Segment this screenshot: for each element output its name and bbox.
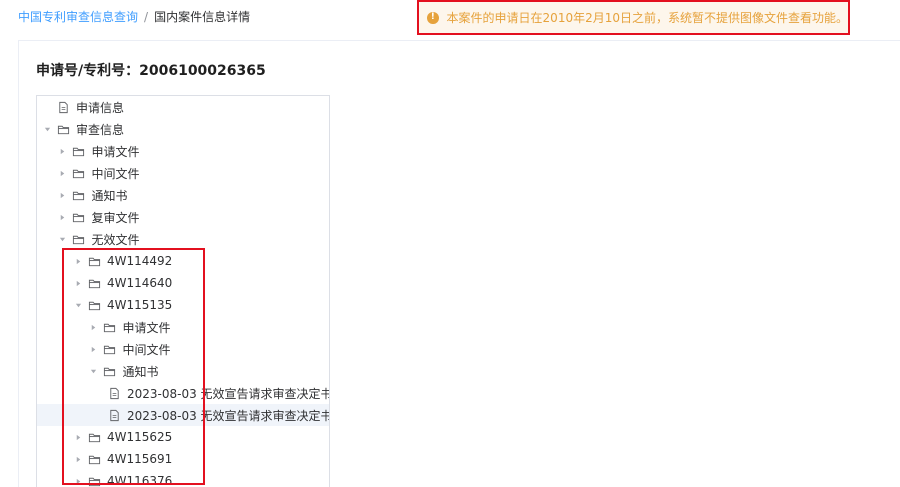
folder-icon xyxy=(103,342,117,356)
tree-node-label: 无效文件 xyxy=(91,232,140,247)
caret-right-icon[interactable] xyxy=(58,140,68,162)
caret-right-icon[interactable] xyxy=(73,250,83,272)
tree-node[interactable]: 4W116376 xyxy=(37,470,329,487)
folder-icon xyxy=(87,276,101,290)
folder-icon xyxy=(87,452,101,466)
breadcrumb-separator: / xyxy=(144,9,149,24)
warning-text: 本案件的申请日在2010年2月10日之前，系统暂不提供图像文件查看功能。 xyxy=(446,11,848,25)
tree-node[interactable]: 2023-08-03 无效宣告请求审查决定书 xyxy=(37,382,329,404)
tree-node[interactable]: 通知书 xyxy=(37,184,329,206)
tree-node-label: 4W114640 xyxy=(107,276,173,290)
tree-node-label: 4W115691 xyxy=(107,452,173,466)
breadcrumb-home-link[interactable]: 中国专利审查信息查询 xyxy=(18,8,138,25)
tree-node[interactable]: 申请文件 xyxy=(37,140,329,162)
tree-node[interactable]: 申请文件 xyxy=(37,316,329,338)
caret-right-icon[interactable] xyxy=(73,448,83,470)
tree-node[interactable]: 无效文件 xyxy=(37,228,329,250)
tree-node-label: 2023-08-03 无效宣告请求审查决定书 xyxy=(127,408,330,423)
caret-right-icon[interactable] xyxy=(73,426,83,448)
folder-icon xyxy=(103,320,117,334)
tree-node[interactable]: 中间文件 xyxy=(37,338,329,360)
folder-icon xyxy=(87,430,101,444)
file-icon xyxy=(108,386,121,400)
tree-node-label: 中间文件 xyxy=(91,166,140,181)
tree-node-label: 通知书 xyxy=(122,364,159,379)
tree-node-label: 4W116376 xyxy=(107,474,173,487)
caret-down-icon[interactable] xyxy=(73,294,83,316)
caret-right-icon[interactable] xyxy=(73,470,83,487)
breadcrumb: 中国专利审查信息查询 / 国内案件信息详情 xyxy=(18,8,250,25)
warning-icon: ! xyxy=(427,11,439,24)
caret-down-icon[interactable] xyxy=(58,228,68,250)
folder-icon xyxy=(103,364,117,378)
tree-node-label: 申请信息 xyxy=(76,100,125,115)
document-tree: 申请信息 审查信息 申请文件 中间文件 通知书 复审文件 无效文件 4W114492 4W114… xyxy=(36,95,330,487)
caret-right-icon[interactable] xyxy=(58,184,68,206)
folder-icon xyxy=(72,144,86,158)
tree-node-label: 申请文件 xyxy=(91,144,140,159)
tree-node[interactable]: 复审文件 xyxy=(37,206,329,228)
caret-right-icon[interactable] xyxy=(58,206,68,228)
folder-icon xyxy=(56,122,70,136)
folder-icon xyxy=(87,474,101,487)
tree-node[interactable]: 4W115625 xyxy=(37,426,329,448)
tree-node[interactable]: 4W114640 xyxy=(37,272,329,294)
warning-alert: ! 本案件的申请日在2010年2月10日之前，系统暂不提供图像文件查看功能。 xyxy=(417,0,850,35)
caret-right-icon[interactable] xyxy=(58,162,68,184)
tree-node-label: 申请文件 xyxy=(122,320,171,335)
tree-node-label: 4W115625 xyxy=(107,430,173,444)
application-number: 申请号/专利号：2006100026365 xyxy=(36,63,266,79)
tree-node-label: 4W115135 xyxy=(107,298,173,312)
tree-node[interactable]: 中间文件 xyxy=(37,162,329,184)
tree-node-label: 4W114492 xyxy=(107,254,173,268)
tree-node[interactable]: 通知书 xyxy=(37,360,329,382)
folder-icon xyxy=(72,232,86,246)
tree-node-label: 通知书 xyxy=(91,188,128,203)
caret-right-icon[interactable] xyxy=(89,316,99,338)
tree-node[interactable]: 4W114492 xyxy=(37,250,329,272)
file-icon xyxy=(108,408,121,422)
tree-node[interactable]: 4W115135 xyxy=(37,294,329,316)
caret-right-icon[interactable] xyxy=(73,272,83,294)
tree-node-label: 审查信息 xyxy=(76,122,125,137)
folder-icon xyxy=(72,166,86,180)
tree-node-label: 复审文件 xyxy=(91,210,140,225)
caret-right-icon[interactable] xyxy=(89,338,99,360)
caret-placeholder xyxy=(42,96,52,118)
caret-down-icon[interactable] xyxy=(89,360,99,382)
tree-node-label: 中间文件 xyxy=(122,342,171,357)
tree-node[interactable]: 4W115691 xyxy=(37,448,329,470)
caret-down-icon[interactable] xyxy=(42,118,52,140)
file-icon xyxy=(56,100,70,114)
folder-icon xyxy=(87,298,101,312)
folder-icon xyxy=(87,254,101,268)
tree-node[interactable]: 申请信息 xyxy=(37,96,329,118)
tree-node-label: 2023-08-03 无效宣告请求审查决定书 xyxy=(127,386,329,401)
tree-node[interactable]: 2023-08-03 无效宣告请求审查决定书 xyxy=(37,404,330,426)
folder-icon xyxy=(72,210,86,224)
tree-node[interactable]: 审查信息 xyxy=(37,118,329,140)
folder-icon xyxy=(72,188,86,202)
breadcrumb-current: 国内案件信息详情 xyxy=(154,10,251,24)
